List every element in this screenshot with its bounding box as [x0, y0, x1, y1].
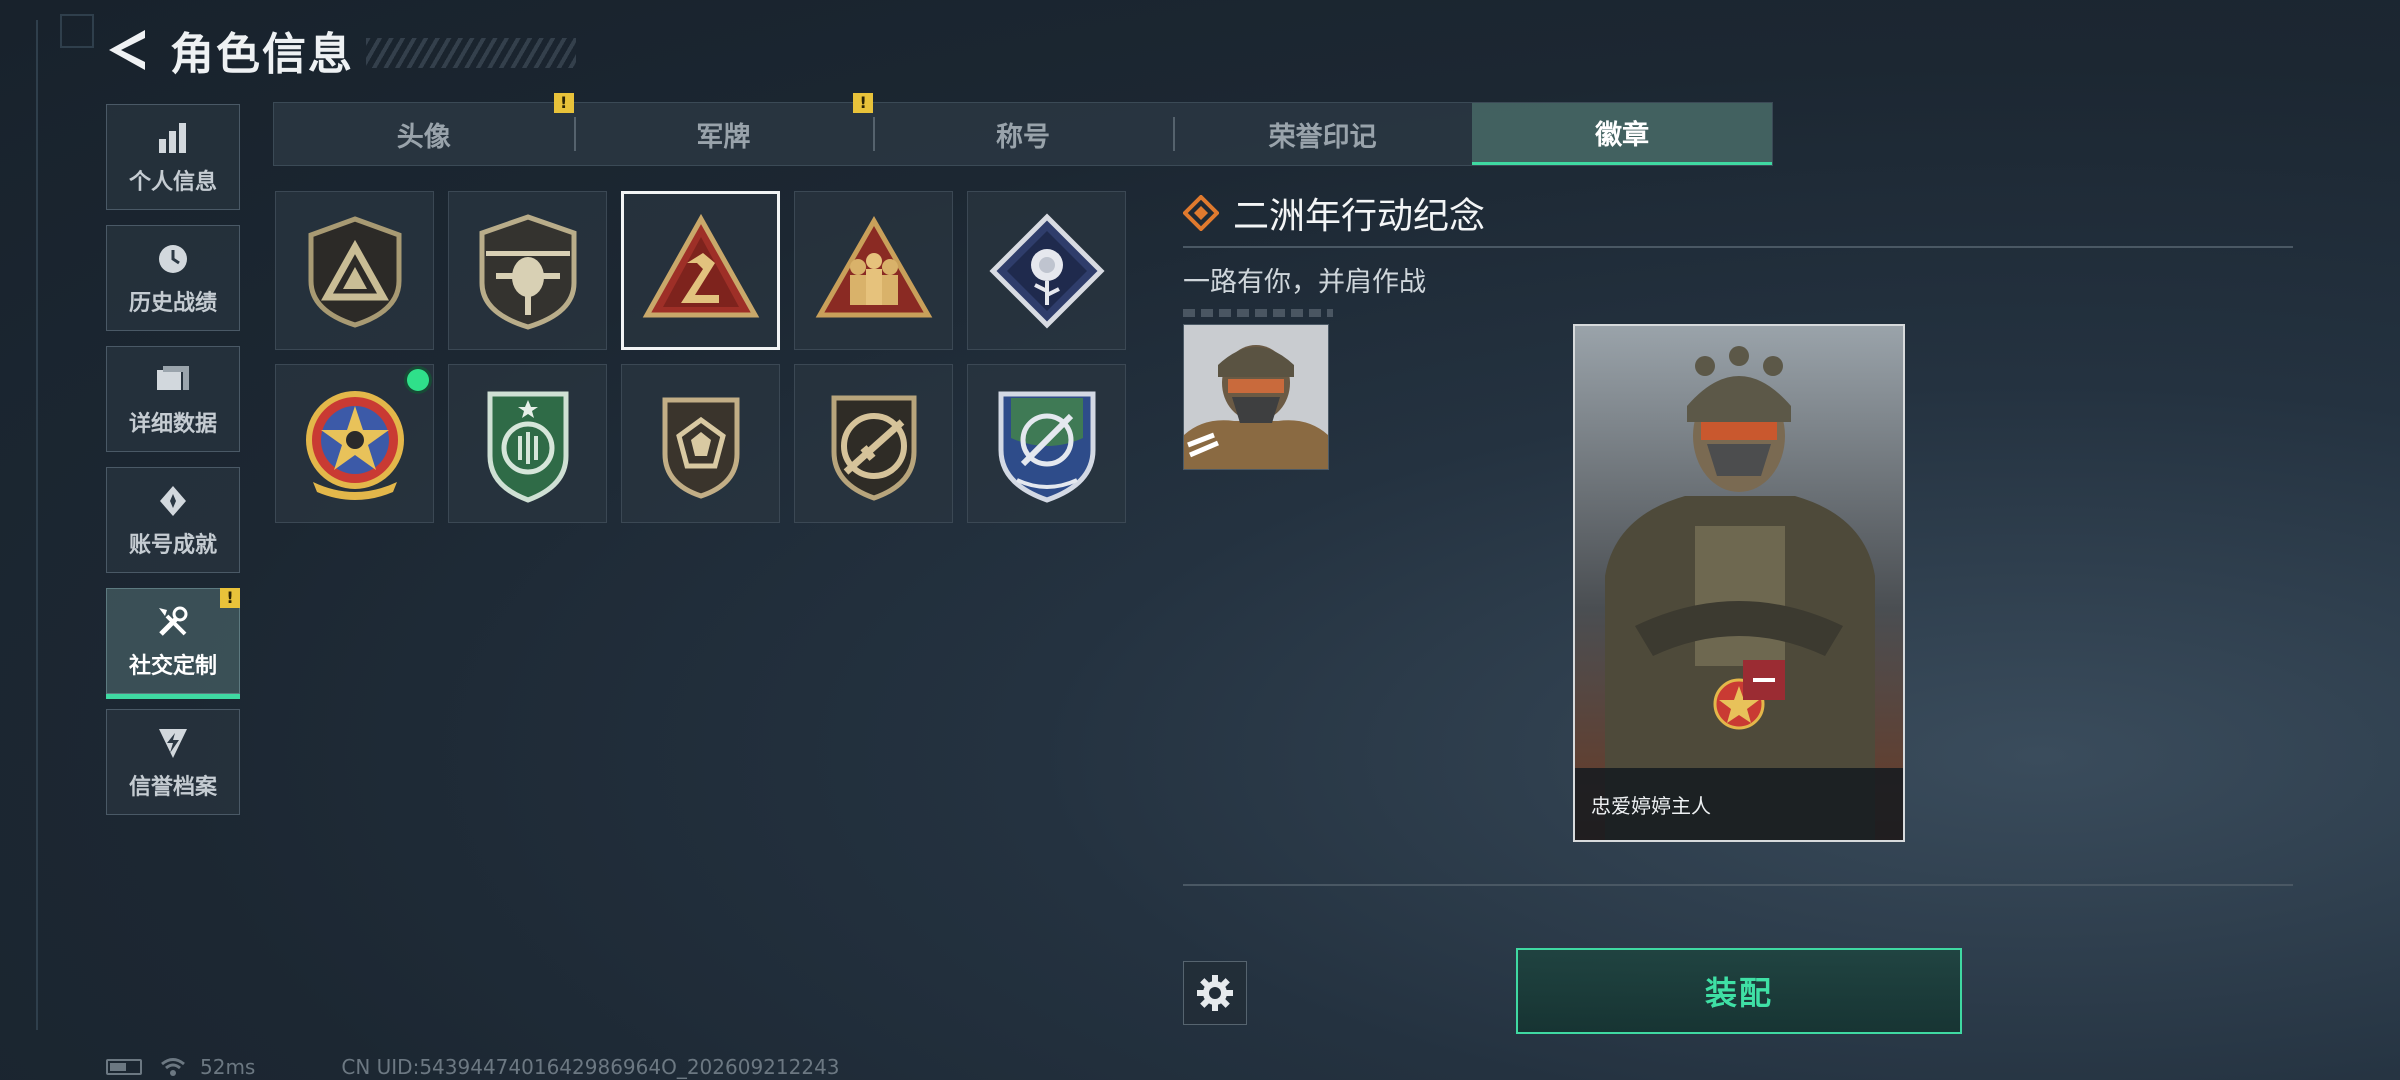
green-shield-badge-icon	[487, 391, 568, 503]
badge-grid	[275, 191, 1126, 523]
badge-item[interactable]	[967, 364, 1126, 523]
tab-label: 荣誉印记	[1268, 121, 1377, 153]
avatar-thumbnail	[1183, 324, 1329, 470]
star-skull-badge-icon	[305, 390, 404, 500]
cards-icon	[153, 360, 193, 400]
alert-badge: !	[853, 93, 874, 113]
shield-bolt-icon	[153, 723, 193, 763]
sidebar-item-label: 历史战绩	[128, 291, 217, 316]
tab-label: 头像	[396, 121, 451, 153]
tab-dog-tag[interactable]: 军牌 !	[573, 93, 874, 165]
badge-item[interactable]	[967, 191, 1126, 350]
tab-badge[interactable]: 徽章	[1472, 103, 1772, 165]
alert-badge: !	[553, 93, 574, 113]
achievement-icon	[153, 481, 193, 521]
equip-button[interactable]: 装配	[1516, 948, 1962, 1034]
status-bar: 52ms CN UID:5439447401642986964O_2026092…	[106, 1054, 840, 1080]
sidebar-item-history[interactable]: 历史战绩	[106, 225, 240, 331]
back-arrow-icon	[109, 30, 145, 70]
equipped-indicator	[407, 369, 429, 391]
title-decoration	[366, 38, 576, 68]
tab-label: 称号	[995, 121, 1050, 153]
badge-description: 一路有你，并肩作战	[1183, 267, 1426, 298]
tab-label: 军牌	[696, 121, 751, 153]
tab-label: 徽章	[1595, 120, 1650, 151]
sidebar-item-personal-info[interactable]: 个人信息	[106, 104, 240, 210]
alert-badge: !	[220, 588, 240, 608]
sidebar-item-label: 社交定制	[128, 654, 217, 679]
user-uid: CN UID:5439447401642986964O_202609212243	[341, 1055, 840, 1079]
badge-item[interactable]	[448, 364, 607, 523]
soldier-portrait-icon	[1184, 325, 1328, 469]
page-title: 角色信息	[170, 29, 354, 80]
gear-icon	[1197, 975, 1233, 1011]
character-preview-card: 忠爱婷婷主人	[1573, 324, 1905, 842]
rose-badge-icon	[988, 212, 1105, 329]
badge-item-selected[interactable]	[621, 191, 780, 350]
badge-item[interactable]	[448, 191, 607, 350]
badge-item-equipped[interactable]	[275, 364, 434, 523]
badge-name: 二洲年行动纪念	[1233, 196, 1486, 237]
sidebar-item-detailed-data[interactable]: 详细数据	[106, 346, 240, 452]
badge-item[interactable]	[621, 364, 780, 523]
player-name-bar: 忠爱婷婷主人	[1575, 768, 1903, 840]
battery-icon	[106, 1059, 142, 1075]
tab-bar: 头像 ! 军牌 ! 称号 荣誉印记 徽章	[273, 93, 1773, 166]
bar-chart-icon	[153, 118, 193, 158]
sidebar-item-label: 个人信息	[128, 170, 217, 195]
sidebar-item-social-custom[interactable]: ! 社交定制	[106, 588, 240, 699]
frame-corner	[60, 14, 94, 48]
sidebar-item-label: 信誉档案	[128, 775, 217, 800]
tab-title[interactable]: 称号	[873, 103, 1173, 165]
divider	[1183, 884, 2293, 886]
badge-item[interactable]	[275, 191, 434, 350]
rifle-shield-badge-icon	[831, 395, 916, 501]
sidebar-item-reputation[interactable]: 信誉档案	[106, 709, 240, 815]
sidebar: 个人信息 历史战绩 详细数据 账号成就 ! 社交定制 信誉档案	[106, 104, 242, 830]
gem-shield-badge-icon	[662, 397, 739, 499]
settings-button[interactable]	[1183, 961, 1247, 1025]
wifi-icon	[161, 1058, 185, 1076]
helicopter-badge-icon	[479, 213, 576, 330]
header: 角色信息	[100, 20, 576, 80]
sidebar-item-label: 详细数据	[128, 412, 217, 437]
sidebar-item-label: 账号成就	[128, 533, 217, 558]
tab-avatar[interactable]: 头像 !	[274, 93, 574, 165]
divider	[1183, 246, 2293, 248]
badge-item[interactable]	[794, 191, 953, 350]
soldier-character-image	[1575, 326, 1903, 840]
back-button[interactable]	[100, 22, 156, 78]
crosshair-knife-badge-icon	[998, 391, 1095, 503]
tab-honor-mark[interactable]: 荣誉印记	[1172, 103, 1473, 165]
soldiers-badge-icon	[815, 215, 932, 317]
detail-title-row: 二洲年行动纪念	[1183, 188, 2293, 238]
triangle-emblem-badge-icon	[308, 215, 401, 328]
sidebar-item-achievements[interactable]: 账号成就	[106, 467, 240, 573]
number-two-badge-icon	[642, 213, 759, 317]
player-name: 忠爱婷婷主人	[1591, 793, 1711, 818]
description-decoration	[1183, 309, 1333, 317]
badge-detail-panel: 二洲年行动纪念 一路有你，并肩作战	[1183, 188, 2293, 317]
ping-value: 52ms	[200, 1055, 256, 1079]
history-icon	[153, 239, 193, 279]
tools-icon	[153, 602, 193, 642]
badge-item[interactable]	[794, 364, 953, 523]
remove-badge-button[interactable]	[1743, 660, 1785, 700]
equip-button-label: 装配	[1704, 974, 1773, 1012]
diamond-icon	[1183, 195, 1219, 231]
frame-line	[36, 20, 38, 1030]
